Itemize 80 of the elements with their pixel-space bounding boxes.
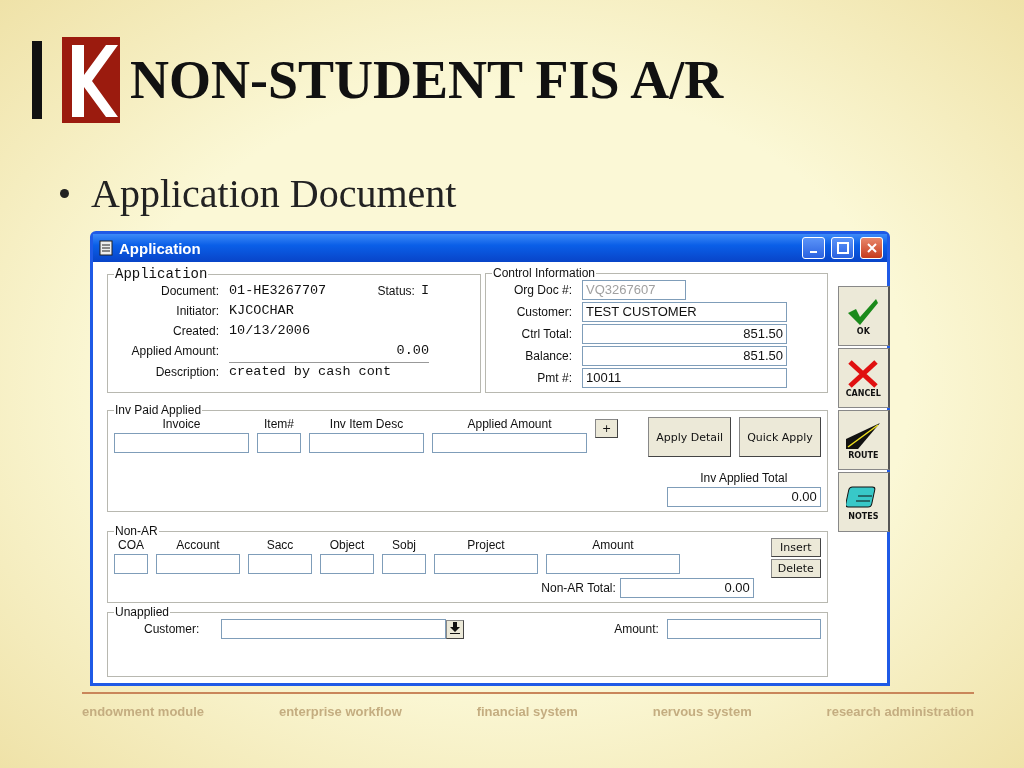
total-label: Non-AR Total: — [541, 581, 616, 595]
input-field[interactable] — [257, 433, 301, 453]
bullet-icon — [60, 189, 69, 198]
close-icon — [865, 242, 878, 254]
toolbar-button[interactable]: NOTES — [837, 472, 890, 532]
section-title: Application — [114, 266, 209, 282]
input-field[interactable] — [432, 433, 587, 453]
section-title: Inv Paid Applied — [114, 403, 203, 417]
column-header: Item# — [263, 417, 295, 431]
field-label: Customer: — [144, 622, 200, 636]
input-field[interactable]: TEST CUSTOMER — [582, 302, 787, 322]
field-label: Pmt #: — [536, 371, 572, 385]
maximize-icon — [836, 242, 849, 254]
column-header: COA — [117, 538, 145, 552]
input-field[interactable] — [382, 554, 426, 574]
column-header: Amount — [591, 538, 635, 552]
input-field[interactable] — [114, 433, 249, 453]
action-button[interactable]: Insert — [770, 538, 821, 557]
input-field[interactable] — [248, 554, 312, 574]
input-field[interactable]: 10011 — [582, 368, 787, 388]
column-header: Applied Amount — [466, 417, 553, 431]
dropdown-button[interactable] — [446, 619, 465, 639]
field-value: 0.00 — [395, 342, 429, 360]
field-label: Applied Amount: — [130, 344, 219, 358]
field-label: Created: — [171, 324, 219, 338]
field-value: KJCOCHAR — [229, 302, 295, 320]
field-label: Initiator: — [175, 304, 219, 318]
field-label: Status: — [377, 284, 415, 298]
input-field[interactable] — [309, 433, 424, 453]
column-header: Account — [175, 538, 221, 552]
field-label: Document: — [159, 284, 219, 298]
toolbar-button[interactable]: CANCEL — [837, 348, 890, 408]
field-label: Balance: — [524, 349, 572, 363]
field-value: I — [420, 282, 429, 300]
input-field[interactable] — [114, 554, 148, 574]
column-header: Object — [328, 538, 366, 552]
logo-icon — [32, 37, 122, 123]
toolbar-button[interactable]: ROUTE — [837, 410, 890, 470]
add-button[interactable]: + — [595, 419, 619, 438]
action-button[interactable]: Delete — [770, 559, 821, 578]
input-field[interactable]: created by cash cont — [229, 362, 429, 381]
field-label: Org Doc #: — [512, 283, 572, 297]
total-field: 0.00 — [666, 487, 821, 507]
section-title: Control Information — [492, 266, 597, 280]
field-label: Customer: — [515, 305, 572, 319]
road-icon — [844, 420, 883, 451]
close-button[interactable] — [860, 237, 883, 259]
field-value: 01-HE3267707 — [229, 282, 328, 300]
minimize-icon — [810, 251, 817, 253]
input-field[interactable]: 851.50 — [582, 346, 787, 366]
field-label: Ctrl Total: — [520, 327, 572, 341]
column-header: Sacc — [265, 538, 295, 552]
slide-title: NON-STUDENT FIS A/R — [130, 49, 724, 111]
input-field[interactable]: 851.50 — [582, 324, 787, 344]
total-field: 0.00 — [619, 578, 754, 598]
field-label: Description: — [154, 364, 219, 379]
action-button[interactable]: Apply Detail — [648, 417, 732, 457]
download-arrow-icon — [450, 621, 461, 634]
column-header: Project — [466, 538, 506, 552]
input-field[interactable] — [320, 554, 374, 574]
minimize-button[interactable] — [802, 237, 825, 259]
bullet-text: Application Document — [91, 170, 457, 217]
field-value: 10/13/2006 — [229, 322, 311, 340]
column-header: Invoice — [161, 417, 202, 431]
section-title: Non-AR — [114, 524, 159, 538]
input-field[interactable] — [434, 554, 538, 574]
total-label: Inv Applied Total — [699, 471, 789, 485]
column-header: Sobj — [391, 538, 417, 552]
maximize-button[interactable] — [831, 237, 854, 259]
column-header: Inv Item Desc — [328, 417, 405, 431]
input-field[interactable] — [221, 619, 447, 639]
input-field[interactable] — [666, 619, 821, 639]
section-title: Unapplied — [114, 605, 171, 619]
document-icon — [99, 240, 113, 256]
input-field[interactable] — [156, 554, 240, 574]
action-button[interactable]: Quick Apply — [739, 417, 821, 457]
input-field[interactable] — [546, 554, 680, 574]
field-label: Amount: — [614, 622, 659, 636]
window-title: Application — [119, 239, 202, 257]
toolbar-button[interactable]: OK — [837, 286, 890, 346]
